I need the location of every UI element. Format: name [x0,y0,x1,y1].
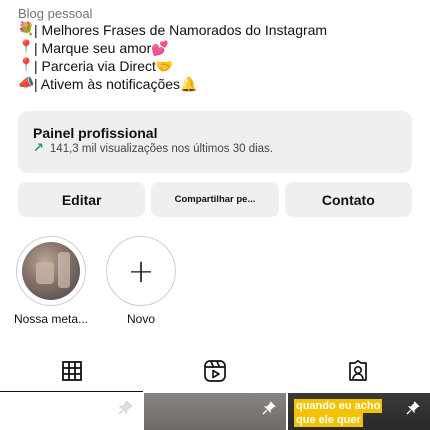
tab-posts-grid[interactable] [0,350,144,392]
professional-dashboard-card[interactable]: Painel profissional ↗ 141,3 mil visualiz… [18,111,412,173]
post-thumbnail[interactable] [0,393,142,430]
bio-line-3: 📍 | Parceria via Direct🤝 [18,57,418,75]
tagged-icon [349,359,368,381]
pin-emoji: 📍 [18,40,35,55]
megaphone-emoji: 📣 [18,76,35,91]
bio-line-4: 📣 | Ativem às notificações🔔 [18,75,418,93]
new-highlight-ring[interactable]: + [106,236,176,306]
pinned-icon [406,401,420,415]
bio-line-2: 📍 | Marque seu amor💕 [18,39,418,57]
bio-line-1: 💐 | Melhores Frases de Namorados do Inst… [18,21,418,39]
professional-dashboard-stats: ↗ 141,3 mil visualizações nos últimos 30… [33,142,397,156]
post-thumbnail[interactable]: quando eu acho que ele quer [288,393,430,430]
new-highlight-item[interactable]: + Novo [104,236,178,326]
pin-emoji: 📍 [18,58,35,73]
stats-text: 141,3 mil visualizações nos últimos 30 d… [49,143,273,155]
profile-bio: Blog pessoal 💐 | Melhores Frases de Namo… [18,6,418,93]
professional-dashboard-title: Painel profissional [33,125,158,141]
profile-actions: Editar Compartilhar pe... Contato [18,182,412,217]
reels-icon [204,360,226,382]
contact-button[interactable]: Contato [284,182,412,217]
caption-line: quando eu acho [294,399,383,413]
tab-tagged[interactable] [287,350,430,392]
edit-profile-button[interactable]: Editar [18,182,146,217]
bio-line-text: | Melhores Frases de Namorados do Instag… [34,22,328,38]
highlight-cover [22,242,80,300]
bio-line-text: | Ativem às notificações🔔 [34,76,198,92]
highlight-label: Nossa meta... [13,312,89,326]
bio-line-text: | Parceria via Direct🤝 [34,58,174,74]
plus-icon: + [127,252,155,290]
bio-line-text: | Marque seu amor💕 [34,40,169,56]
bouquet-emoji: 💐 [18,22,35,37]
highlight-item[interactable]: Nossa meta... [14,236,88,326]
post-caption-overlay: quando eu acho que ele quer [294,399,383,427]
tab-reels[interactable] [143,350,286,392]
share-profile-button[interactable]: Compartilhar pe... [151,182,279,217]
new-highlight-label: Novo [126,312,155,326]
posts-grid: quando eu acho que ele quer [0,393,430,430]
pinned-icon [118,400,133,415]
profile-tabs [0,350,430,392]
grid-icon [61,361,82,381]
profile-category: Blog pessoal [18,6,93,21]
caption-line: que ele quer [294,413,363,427]
post-thumbnail[interactable] [144,393,286,430]
pinned-icon [262,401,276,415]
story-highlights: Nossa meta... + Novo [0,236,430,328]
highlight-ring[interactable] [16,236,86,306]
trend-up-icon: ↗ [33,141,44,156]
